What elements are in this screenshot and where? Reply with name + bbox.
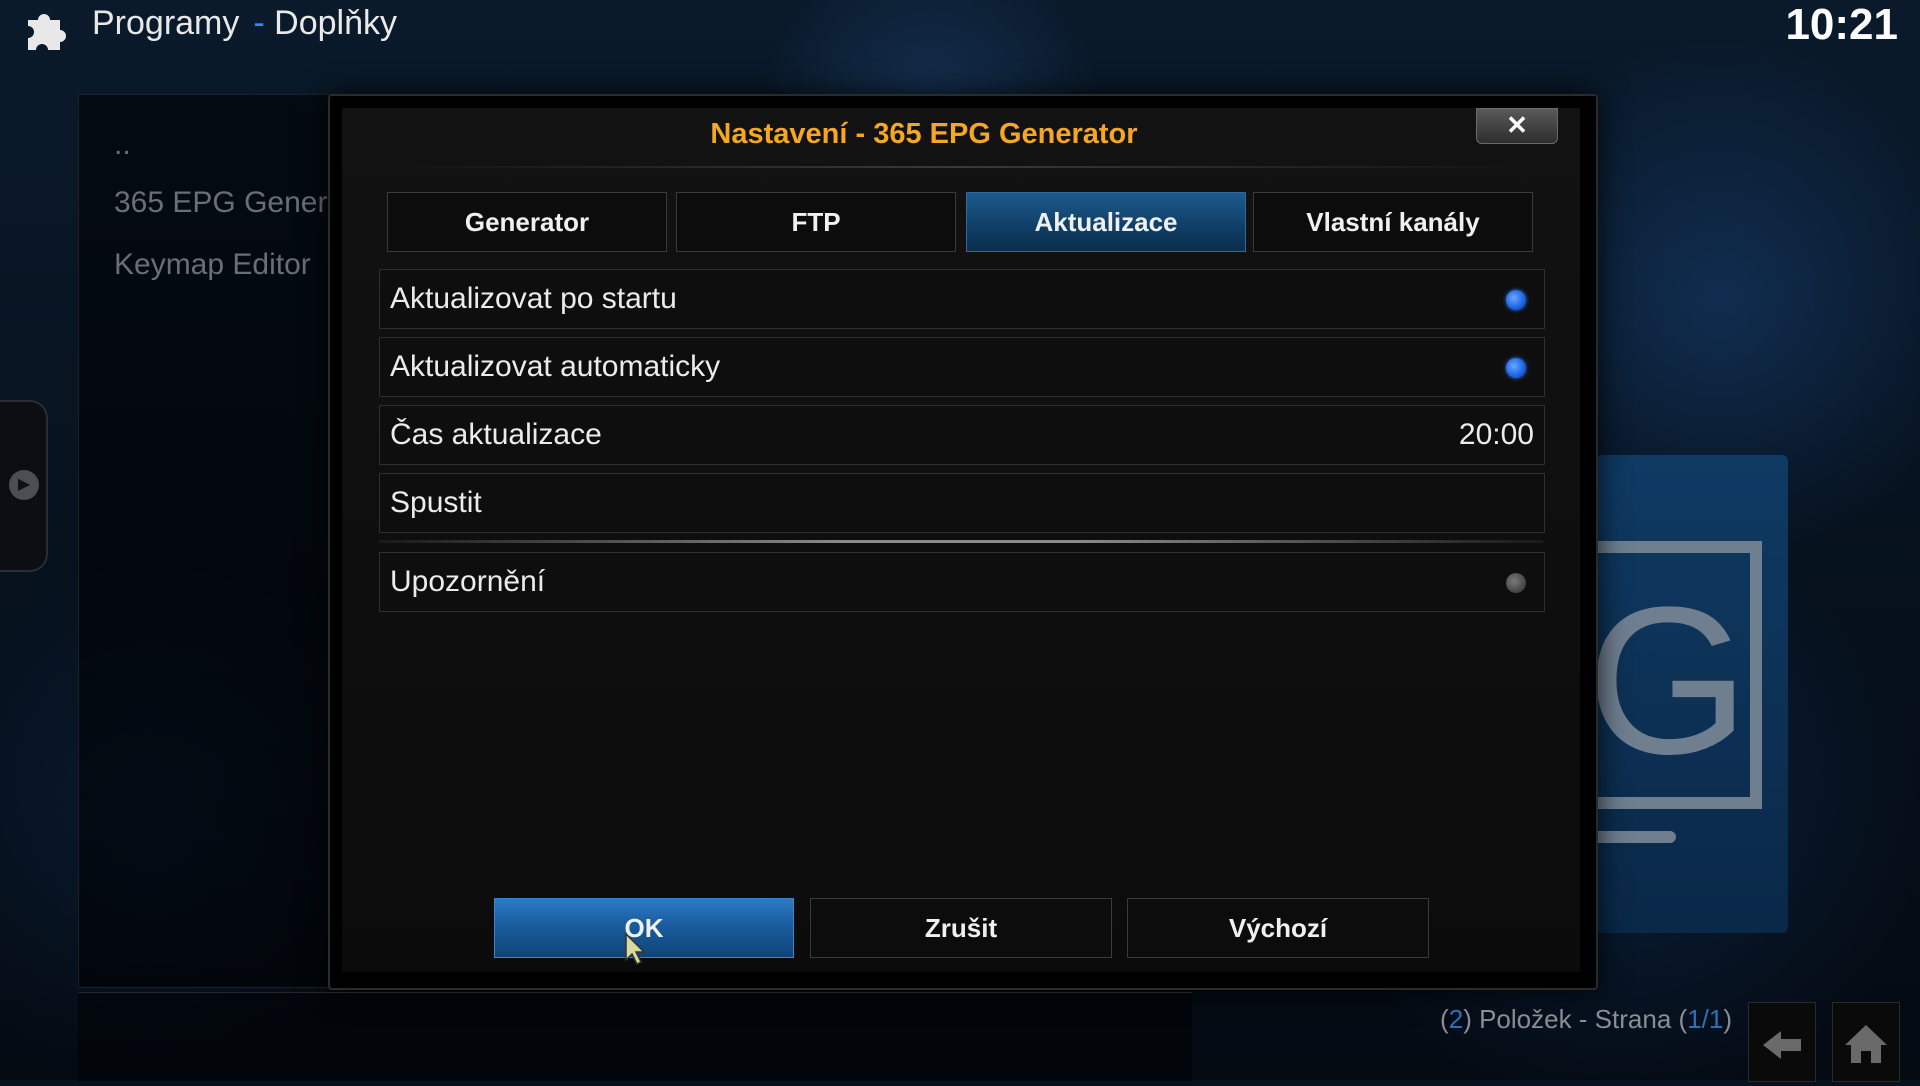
breadcrumb-separator: - [253, 4, 265, 42]
back-button[interactable] [1748, 1002, 1816, 1082]
tab-aktualizace[interactable]: Aktualizace [966, 192, 1246, 252]
item-count: 2 [1448, 1004, 1464, 1034]
breadcrumb: Programy - Doplňky [92, 4, 397, 43]
list-item-keymap-editor[interactable]: Keymap Editor [114, 248, 311, 282]
setting-update-time[interactable]: Čas aktualizace 20:00 [379, 405, 1545, 465]
setting-label: Aktualizovat po startu [390, 282, 677, 315]
status-text: ) Položek - Strana ( [1463, 1004, 1688, 1034]
setting-label: Upozornění [390, 565, 546, 598]
puzzle-icon [28, 14, 66, 50]
close-icon: ✕ [1506, 110, 1528, 140]
svg-text:G: G [1596, 563, 1749, 798]
setting-notifications[interactable]: Upozornění [379, 552, 1545, 612]
setting-label: Čas aktualizace [390, 418, 602, 451]
item-count-status: (2) Položek - Strana (1/1) [1440, 1004, 1732, 1035]
dialog-title: Nastavení - 365 EPG Generator [710, 118, 1138, 150]
status-open-paren: ( [1440, 1004, 1449, 1034]
setting-update-on-start[interactable]: Aktualizovat po startu [379, 269, 1545, 329]
setting-label: Spustit [390, 486, 482, 519]
radio-off-icon[interactable] [1506, 573, 1526, 593]
status-bar [78, 992, 1192, 1081]
default-button[interactable]: Výchozí [1127, 898, 1429, 958]
breadcrumb-section: Programy [92, 4, 240, 42]
close-button[interactable]: ✕ [1476, 108, 1558, 144]
radio-on-icon[interactable] [1506, 358, 1526, 378]
tab-vlastni-kanaly[interactable]: Vlastní kanály [1253, 192, 1533, 252]
chevron-right-icon[interactable]: ▶ [9, 470, 39, 500]
home-icon [1845, 1025, 1887, 1063]
breadcrumb-subsection: Doplňky [274, 4, 397, 42]
mouse-cursor-icon [625, 932, 646, 966]
radio-on-icon[interactable] [1506, 290, 1526, 310]
epg-logo-icon: G [1550, 541, 1762, 843]
setting-value: 20:00 [1458, 418, 1534, 451]
tab-generator[interactable]: Generator [387, 192, 667, 252]
setting-run[interactable]: Spustit [379, 473, 1545, 533]
setting-label: Aktualizovat automaticky [390, 350, 721, 383]
addon-thumbnail: G [1550, 455, 1788, 933]
tab-ftp[interactable]: FTP [676, 192, 956, 252]
cancel-button[interactable]: Zrušit [810, 898, 1112, 958]
section-divider [379, 540, 1543, 543]
clock: 10:21 [1785, 0, 1898, 49]
back-arrow-icon [1763, 1031, 1801, 1059]
home-button[interactable] [1832, 1002, 1900, 1082]
title-divider [380, 166, 1540, 168]
setting-update-automatically[interactable]: Aktualizovat automaticky [379, 337, 1545, 397]
status-close-paren: ) [1723, 1004, 1732, 1034]
list-item-parent[interactable]: .. [114, 128, 131, 162]
list-item-epg-generator[interactable]: 365 EPG Generat [114, 186, 352, 220]
page-indicator: 1/1 [1687, 1004, 1724, 1034]
